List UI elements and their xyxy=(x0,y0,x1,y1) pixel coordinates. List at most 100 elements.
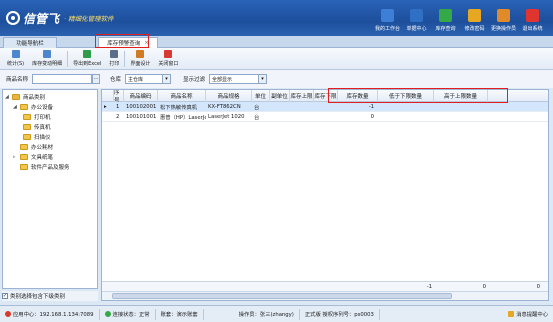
brand-name: 信管飞 xyxy=(23,11,60,26)
column-header[interactable]: 库存上限 xyxy=(290,90,314,102)
tree-item[interactable]: 打印机 xyxy=(23,112,51,121)
column-header[interactable]: 副单位 xyxy=(270,90,290,102)
chevron-down-icon: ▾ xyxy=(162,75,171,83)
folder-icon xyxy=(20,143,28,150)
tree-item-label: 软件产品及服务 xyxy=(31,164,70,171)
top-button-monitor[interactable]: 我的工作台 xyxy=(373,2,402,34)
toolbar-button-label: 统计(S) xyxy=(7,61,25,67)
toolbar-button-print[interactable]: 打印 xyxy=(105,49,123,69)
tree-item-label: 传真机 xyxy=(34,124,51,131)
monitor-icon xyxy=(381,9,394,22)
tab-bar: 功能导航栏 库存预警查询 × xyxy=(0,36,553,48)
toolbar-button-excel[interactable]: 导出到Excel xyxy=(69,49,105,69)
bell-icon xyxy=(508,311,515,317)
toolbar-button-statistics[interactable]: 统计(S) xyxy=(3,49,28,69)
tree-item-label: 文具纸笔 xyxy=(31,154,54,161)
column-header[interactable]: 低于下限数量 xyxy=(378,90,434,102)
tree-item-label: 办公耗材 xyxy=(31,144,54,151)
column-header[interactable]: 商品名称 xyxy=(158,90,206,102)
top-button-label: 库存查询 xyxy=(435,26,456,32)
lock-icon xyxy=(468,9,481,22)
top-button-label: 更换操作员 xyxy=(490,26,516,32)
chevron-down-icon: ▾ xyxy=(258,75,267,83)
tab-label: 库存预警查询 xyxy=(107,41,141,47)
expand-icon[interactable]: ▹ xyxy=(13,154,18,160)
tab-function-nav[interactable]: 功能导航栏 xyxy=(3,37,57,48)
column-header[interactable]: 高于上限数量 xyxy=(434,90,488,102)
filter-bar: 商品名称 ··· 仓库 主仓库 ▾ 显示过滤 全部显示 ▾ xyxy=(0,70,553,88)
top-button-lock[interactable]: 修改密码 xyxy=(460,2,489,34)
warehouse-select[interactable]: 主仓库 ▾ xyxy=(125,74,172,84)
product-lookup-button[interactable]: ··· xyxy=(92,74,101,84)
folder-icon xyxy=(20,103,28,110)
top-button-label: 我的工作台 xyxy=(374,26,400,32)
toolbar-button-close-window[interactable]: 关闭窗口 xyxy=(154,49,182,69)
row-marker-icon: ▸ xyxy=(104,104,107,110)
toolbar-button-design[interactable]: 界面设计 xyxy=(126,49,154,69)
top-button-label: 单据中心 xyxy=(406,26,427,32)
status-bar: 应用中心：192.168.1.134:7089 连接状态：正常 账套：演示账套 … xyxy=(0,305,553,322)
statistics-icon xyxy=(11,50,20,58)
toolbar-button-label: 界面设计 xyxy=(130,61,151,67)
column-header[interactable]: 库存下限 xyxy=(314,90,338,102)
include-subcategories-checkbox[interactable]: ✓ xyxy=(2,293,8,299)
brand-logo: 信管飞 · 精细化管理软件 xyxy=(6,10,114,26)
product-name-input[interactable] xyxy=(32,74,93,84)
folder-icon xyxy=(23,133,31,140)
status-version: 正式版 授权序列号：ps0003 xyxy=(300,308,380,320)
table-header: 序号 商品编码 商品名称 商品规格 单位 副单位 库存上限 库存下限 库存数量 低于下限数量 高于上… xyxy=(102,90,548,104)
collapse-icon[interactable]: ◢ xyxy=(5,94,10,100)
table-row[interactable]: 2 100101001 惠普（HP）LaserJet LaserJet 1020 台 0 xyxy=(102,112,548,122)
horizontal-scrollbar[interactable] xyxy=(102,291,548,300)
tree-item[interactable]: 软件产品及服务 xyxy=(13,162,70,171)
tree-item[interactable]: 扫描仪 xyxy=(23,132,51,141)
close-tab-icon[interactable]: × xyxy=(144,40,149,46)
connection-icon xyxy=(104,311,111,317)
cell-sub-unit xyxy=(270,102,290,112)
column-header[interactable]: 库存数量 xyxy=(338,90,378,102)
message-center-button[interactable]: 消息提醒中心 xyxy=(503,309,553,320)
toolbar-button-details[interactable]: 库存变动明细 xyxy=(28,49,66,69)
tree-item[interactable]: ◢ 办公设备 xyxy=(13,102,53,111)
include-subcategories-label: 类别选择包含下级类别 xyxy=(10,294,66,300)
tree-item[interactable]: 办公耗材 xyxy=(13,142,53,151)
status-operator: 操作员：张三(zhangy) xyxy=(234,308,300,320)
toolbar-button-label: 库存变动明细 xyxy=(32,61,63,67)
user-icon xyxy=(497,9,510,22)
tree-item[interactable]: 传真机 xyxy=(23,122,51,131)
close-window-icon xyxy=(164,50,173,58)
column-header[interactable]: 单位 xyxy=(252,90,270,102)
tab-inventory-warning[interactable]: 库存预警查询 × xyxy=(98,37,158,48)
details-icon xyxy=(43,50,52,58)
collapse-icon[interactable]: ◢ xyxy=(13,104,18,110)
totals-row: -1 0 0 xyxy=(102,281,548,291)
top-button-document-list[interactable]: 单据中心 xyxy=(402,2,431,34)
tree-item-label: 扫描仪 xyxy=(34,134,51,141)
tree-item[interactable]: ▹ 文具纸笔 xyxy=(13,152,53,161)
top-button-user[interactable]: 更换操作员 xyxy=(489,2,518,34)
excel-icon xyxy=(83,50,92,58)
table-row[interactable]: ▸ 1 100102001 松下热敏传真机 KX-FT862CN 台 -1 xyxy=(102,102,548,112)
cell-unit: 台 xyxy=(254,105,260,111)
print-icon xyxy=(110,50,119,58)
display-filter-select[interactable]: 全部显示 ▾ xyxy=(209,74,268,84)
include-subcategories-option[interactable]: ✓ 类别选择包含下级类别 xyxy=(2,291,98,301)
tree-root[interactable]: ◢ 商品类别 xyxy=(5,92,45,101)
warehouse-label: 仓库 xyxy=(110,77,122,83)
top-button-exit[interactable]: 退出系统 xyxy=(518,2,547,34)
cell-sub-unit xyxy=(270,112,290,122)
row-marker-icon xyxy=(102,112,114,122)
scrollbar-thumb[interactable] xyxy=(112,293,452,299)
cell-above xyxy=(434,112,488,122)
column-header[interactable]: 商品规格 xyxy=(206,90,252,102)
warehouse-value: 主仓库 xyxy=(128,76,144,83)
cell-qty: -1 xyxy=(368,104,374,110)
cell-upper xyxy=(290,102,314,112)
top-button-inventory[interactable]: 库存查询 xyxy=(431,2,460,34)
cell-name: 松下热敏传真机 xyxy=(160,105,198,111)
column-header[interactable]: 序号 xyxy=(114,90,124,104)
column-header[interactable]: 商品编码 xyxy=(124,90,158,102)
folder-icon xyxy=(23,123,31,130)
folder-icon xyxy=(20,163,28,170)
cell-unit: 台 xyxy=(254,115,260,121)
